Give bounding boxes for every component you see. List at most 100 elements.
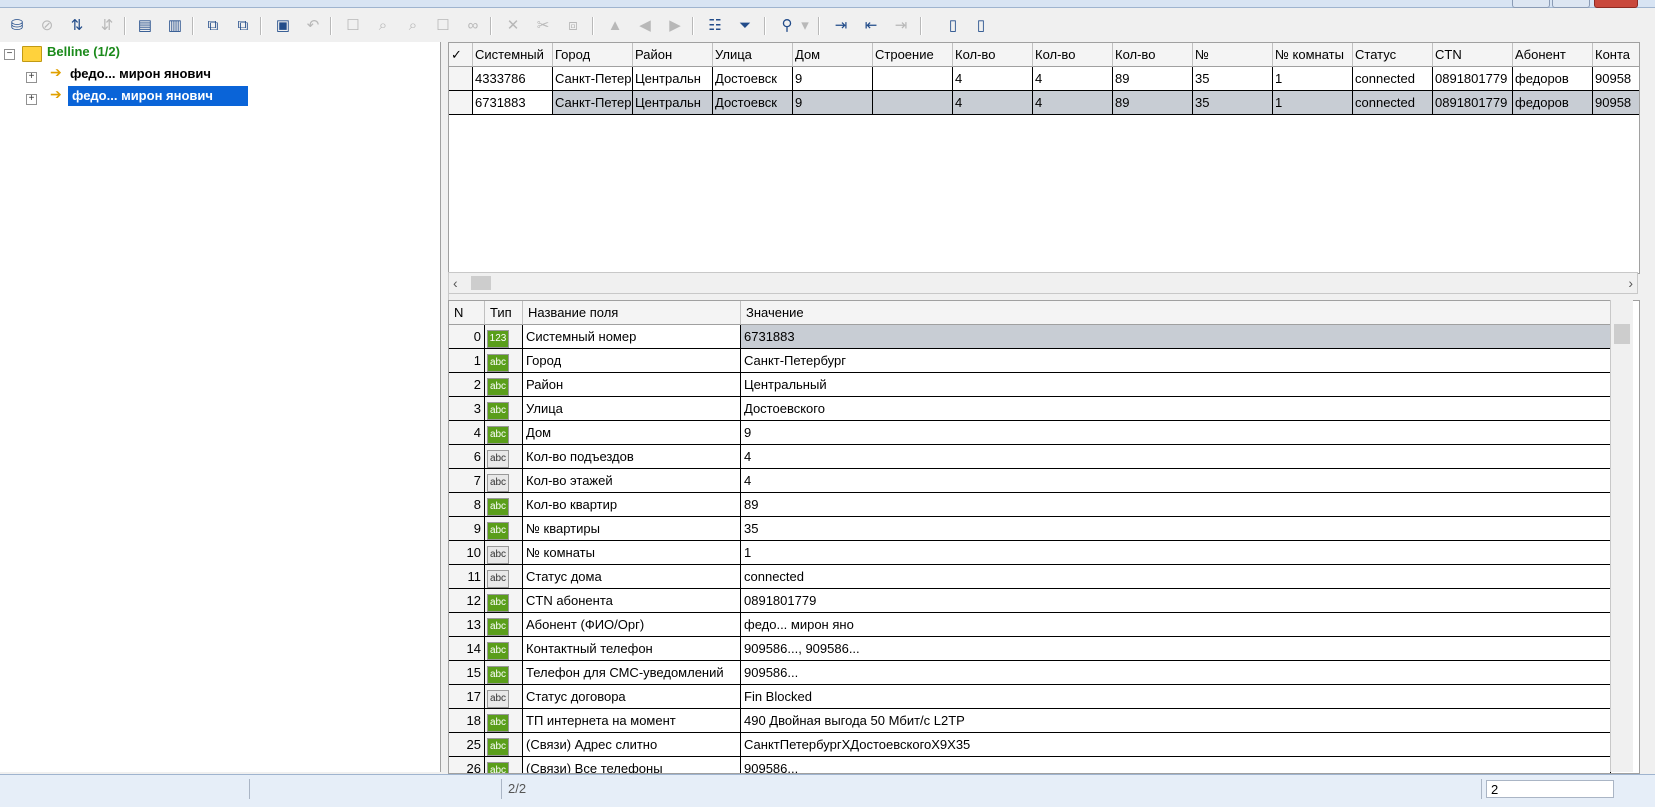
horizontal-scrollbar[interactable]: ‹ › [448, 272, 1638, 294]
table-cell[interactable]: Достоевск [713, 91, 793, 115]
field-value[interactable]: 9 [741, 421, 1611, 445]
table-cell[interactable]: Центральн [633, 91, 713, 115]
expand-icon[interactable]: + [26, 94, 37, 105]
column-header[interactable]: Кол-во [1113, 43, 1193, 67]
table-cell[interactable]: connected [1353, 91, 1433, 115]
scroll-thumb[interactable] [471, 276, 491, 290]
play-column-icon[interactable]: ⇥ [890, 14, 912, 36]
paste-icon[interactable]: ⧉ [232, 14, 254, 36]
table-cell[interactable]: 9 [793, 67, 873, 91]
arrow-left-icon[interactable]: ◀ [634, 14, 656, 36]
undo-icon[interactable]: ↶ [302, 14, 324, 36]
table-cell[interactable]: Санкт-Петер [553, 91, 633, 115]
table-cell[interactable]: 4333786 [473, 67, 553, 91]
hierarchy-icon[interactable]: ⚲ [776, 14, 798, 36]
field-value[interactable]: 1 [741, 541, 1611, 565]
connect-icon[interactable]: ⛁ [6, 14, 28, 36]
row-indicator[interactable] [449, 91, 473, 115]
table-cell[interactable]: 35 [1193, 91, 1273, 115]
table-cell[interactable]: 35 [1193, 67, 1273, 91]
column-header[interactable]: Строение [873, 43, 953, 67]
import-icon[interactable]: ▤ [134, 14, 156, 36]
scroll-left-icon[interactable]: ‹ [453, 273, 458, 293]
field-value[interactable]: федо... мирон яно [741, 613, 1611, 637]
table-cell[interactable]: 0891801779 [1433, 67, 1513, 91]
table-cell[interactable]: федоров [1513, 67, 1593, 91]
find-next-icon[interactable]: ⌕ [402, 14, 424, 36]
table-cell[interactable]: 1 [1273, 67, 1353, 91]
sort-alt-icon[interactable]: ⇵ [96, 14, 118, 36]
field-value[interactable]: Санкт-Петербург [741, 349, 1611, 373]
close-button[interactable] [1594, 0, 1638, 8]
status-value-field[interactable]: 2 [1486, 780, 1614, 798]
field-value[interactable]: Достоевского [741, 397, 1611, 421]
column-header[interactable]: CTN [1433, 43, 1513, 67]
chevron-down-icon[interactable]: ▾ [800, 14, 810, 36]
vertical-scrollbar[interactable] [1610, 300, 1633, 772]
link-icon[interactable]: ∞ [462, 14, 484, 36]
cut-icon[interactable]: ✂ [532, 14, 554, 36]
field-value[interactable]: 6731883 [741, 325, 1611, 349]
table-cell[interactable]: федоров [1513, 91, 1593, 115]
table-cell[interactable]: 89 [1113, 67, 1193, 91]
column-header[interactable]: Название поля [523, 301, 741, 325]
field-value[interactable]: Центральный [741, 373, 1611, 397]
field-value[interactable]: 4 [741, 445, 1611, 469]
collapse-columns-icon[interactable]: ⇤ [860, 14, 882, 36]
arrow-up-icon[interactable]: ▲ [604, 14, 626, 36]
column-header[interactable]: Дом [793, 43, 873, 67]
collapse-icon[interactable]: − [4, 49, 15, 60]
select-all-checkbox[interactable]: ✓ [449, 43, 473, 67]
field-value[interactable]: 909586..., 909586... [741, 637, 1611, 661]
export-icon[interactable]: ▥ [164, 14, 186, 36]
expand-icon[interactable]: + [26, 72, 37, 83]
document-icon[interactable]: ▯ [942, 14, 964, 36]
column-header[interactable]: Конта [1593, 43, 1639, 67]
minimize-button[interactable] [1512, 0, 1550, 8]
row-indicator[interactable] [449, 67, 473, 91]
column-header[interactable]: Улица [713, 43, 793, 67]
column-header[interactable]: Тип [485, 301, 523, 325]
column-header[interactable]: Кол-во [1033, 43, 1113, 67]
properties-icon[interactable]: ☷ [704, 14, 726, 36]
table-cell[interactable]: 90958 [1593, 67, 1639, 91]
table-cell[interactable]: 4 [953, 91, 1033, 115]
field-value[interactable]: 89 [741, 493, 1611, 517]
table-cell[interactable]: 90958 [1593, 91, 1639, 115]
table-cell[interactable]: 0891801779 [1433, 91, 1513, 115]
field-value[interactable]: 35 [741, 517, 1611, 541]
column-header[interactable]: Системный [473, 43, 553, 67]
tree-node-selected[interactable]: федо... мирон янович [68, 86, 248, 106]
column-header[interactable]: № [1193, 43, 1273, 67]
table-cell[interactable] [873, 67, 953, 91]
column-header[interactable]: Значение [741, 301, 1611, 325]
sort-icon[interactable]: ⇅ [66, 14, 88, 36]
column-header[interactable]: Район [633, 43, 713, 67]
table-cell[interactable]: 9 [793, 91, 873, 115]
table-cell[interactable]: 1 [1273, 91, 1353, 115]
field-value[interactable]: 4 [741, 469, 1611, 493]
column-header[interactable]: Город [553, 43, 633, 67]
table-cell[interactable]: 4 [953, 67, 1033, 91]
delete-icon[interactable]: ✕ [502, 14, 524, 36]
field-value[interactable]: connected [741, 565, 1611, 589]
disconnect-icon[interactable]: ⊘ [36, 14, 58, 36]
table-cell[interactable]: 4 [1033, 67, 1113, 91]
filter-icon[interactable]: ⏷ [734, 14, 756, 36]
scroll-thumb[interactable] [1614, 324, 1630, 344]
find-icon[interactable]: ⌕ [372, 14, 394, 36]
table-cell[interactable]: Достоевск [713, 67, 793, 91]
scroll-right-icon[interactable]: › [1628, 273, 1633, 293]
field-value[interactable]: 0891801779 [741, 589, 1611, 613]
merge-icon[interactable]: ⧈ [562, 14, 584, 36]
field-value[interactable]: 909586... [741, 757, 1611, 773]
table-cell[interactable]: Центральн [633, 67, 713, 91]
column-header[interactable]: Абонент [1513, 43, 1593, 67]
column-header[interactable]: Кол-во [953, 43, 1033, 67]
field-value[interactable]: СанктПетербургXДостоевскогоX9X35 [741, 733, 1611, 757]
tree-root-label[interactable]: Belline (1/2) [47, 42, 120, 62]
table-cell[interactable] [873, 91, 953, 115]
documents-icon[interactable]: ▯ [970, 14, 992, 36]
copy-icon[interactable]: ⧉ [202, 14, 224, 36]
save-icon[interactable]: ▣ [272, 14, 294, 36]
